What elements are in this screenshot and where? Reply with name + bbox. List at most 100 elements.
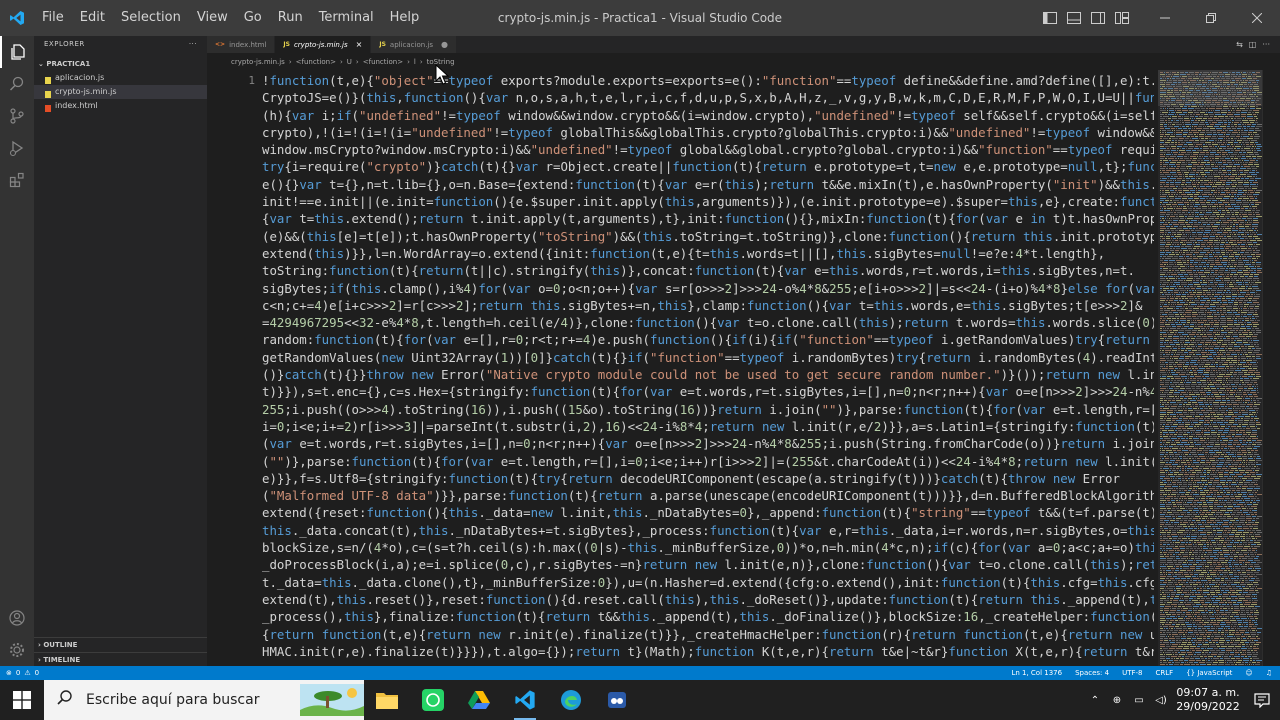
minimap[interactable] (1158, 70, 1262, 666)
code-line[interactable]: c<n;c+=4)e[i+c>>>2]=r[c>>>2];return this… (262, 297, 1154, 314)
code-line[interactable]: HMAC.init(r,e).finalize(t)}}}),t.algo={}… (262, 643, 1154, 660)
snipping-tool-taskbar-icon[interactable] (594, 680, 640, 720)
code-line[interactable]: {var t=this.extend();return t.init.apply… (262, 210, 1154, 227)
menu-help[interactable]: Help (382, 0, 428, 36)
tab-aplicacion-js[interactable]: JS aplicacion.js ● (371, 36, 457, 53)
menu-view[interactable]: View (189, 0, 236, 36)
customize-layout-icon[interactable] (1112, 10, 1132, 26)
menu-selection[interactable]: Selection (113, 0, 189, 36)
problems-indicator[interactable]: ⊗ 0 ⚠ 0 (0, 669, 39, 677)
cursor-position[interactable]: Ln 1, Col 1376 (1011, 669, 1062, 677)
more-actions-icon[interactable]: ··· (1262, 40, 1270, 49)
code-line[interactable]: crypto),!(i=!(i=!(i="undefined"!=typeof … (262, 124, 1154, 141)
code-line[interactable]: t)}}),s=t.enc={},c=s.Hex={stringify:func… (262, 383, 1154, 400)
extensions-icon[interactable] (0, 164, 34, 196)
code-line[interactable]: random:function(t){for(var e=[],r=0;r<t;… (262, 331, 1154, 348)
toggle-panel-icon[interactable] (1064, 10, 1084, 26)
chevron-up-icon[interactable]: ⌃ (1084, 680, 1106, 720)
breadcrumb-function[interactable]: <function> (296, 58, 336, 66)
manage-gear-icon[interactable] (0, 634, 34, 666)
tab-crypto-js[interactable]: JS crypto-js.min.js × (275, 36, 372, 53)
close-window-button[interactable] (1234, 0, 1280, 36)
menu-file[interactable]: File (34, 0, 72, 36)
code-line[interactable]: (var e=t.words,r=t.sigBytes,i=[],n=0;n<r… (262, 435, 1154, 452)
feedback-icon[interactable]: ☺ (1245, 669, 1252, 677)
breadcrumb-variable-l[interactable]: l (414, 58, 416, 66)
run-debug-icon[interactable] (0, 132, 34, 164)
code-line[interactable]: (e)&&(this[e]=t[e]);t.hasOwnProperty("to… (262, 228, 1154, 245)
code-line[interactable]: !function(t,e){"object"==typeof exports?… (262, 72, 1154, 89)
code-line[interactable]: this._data.concat(t),this._nDataBytes+=t… (262, 522, 1154, 539)
code-line[interactable]: i=0;i<e;i+=2)r[i>>>3]|=parseInt(t.substr… (262, 418, 1154, 435)
code-line[interactable]: _doProcessBlock(i,a);e=i.splice(0,c),r.s… (262, 556, 1154, 573)
encoding[interactable]: UTF-8 (1122, 669, 1142, 677)
account-icon[interactable] (0, 602, 34, 634)
code-line[interactable]: blockSize,s=n/(4*o),c=(s=t?h.ceil(s):h.m… (262, 539, 1154, 556)
code-line[interactable]: getRandomValues(new Uint32Array(1))[0]}c… (262, 349, 1154, 366)
code-line[interactable]: CryptoJS=e()}(this,function(){var n,o,s,… (262, 89, 1154, 106)
menu-edit[interactable]: Edit (72, 0, 113, 36)
close-tab-icon[interactable]: × (356, 40, 363, 49)
end-of-line[interactable]: CRLF (1155, 669, 1173, 677)
code-line[interactable]: t._data=this._data.clone(),t},_minBuffer… (262, 574, 1154, 591)
code-line[interactable]: try{i=require("crypto")}catch(t){}var r=… (262, 158, 1154, 175)
search-icon[interactable] (0, 68, 34, 100)
language-mode[interactable]: {} JavaScript (1186, 669, 1232, 677)
taskbar-search-box[interactable]: Escribe aquí para buscar (44, 680, 364, 720)
breadcrumb-file[interactable]: crypto-js.min.js (231, 58, 285, 66)
file-item-index-html[interactable]: index.html (34, 99, 207, 113)
vscode-taskbar-icon[interactable] (502, 680, 548, 720)
code-line[interactable]: ()}catch(t){}}throw new Error("Native cr… (262, 366, 1154, 383)
code-line[interactable]: extend({reset:function(){this._data=new … (262, 504, 1154, 521)
explorer-icon[interactable] (0, 36, 34, 68)
timeline-section[interactable]: › TIMELINE (34, 652, 207, 667)
file-item-aplicacion-js[interactable]: aplicacion.js (34, 71, 207, 85)
whatsapp-taskbar-icon[interactable] (410, 680, 456, 720)
notification-center-icon[interactable] (1244, 680, 1280, 720)
file-explorer-taskbar-icon[interactable] (364, 680, 410, 720)
clock[interactable]: 09:07 a. m. 29/09/2022 (1172, 686, 1244, 714)
code-line[interactable]: 255;i.push((o>>>4).toString(16)),i.push(… (262, 401, 1154, 418)
restore-button[interactable] (1188, 0, 1234, 36)
windows-start-icon[interactable] (0, 680, 44, 720)
code-line[interactable]: {return function(t,e){return new r.init(… (262, 626, 1154, 643)
file-item-crypto-js[interactable]: crypto-js.min.js (34, 85, 207, 99)
split-editor-icon[interactable]: ◫ (1249, 40, 1257, 49)
indentation[interactable]: Spaces: 4 (1075, 669, 1109, 677)
code-line[interactable]: init!==e.init||(e.init=function(){e.$sup… (262, 193, 1154, 210)
code-line[interactable]: e(){}var t={},n=t.lib={},o=n.Base={exten… (262, 176, 1154, 193)
code-line[interactable]: extend(this)}},l=n.WordArray=o.extend({i… (262, 245, 1154, 262)
code-line[interactable]: (h){var i;if("undefined"!=typeof window&… (262, 107, 1154, 124)
code-editor[interactable]: 1 !function(t,e){"object"==typeof export… (207, 70, 1158, 666)
toggle-secondary-sidebar-icon[interactable] (1088, 10, 1108, 26)
unsaved-dot-icon[interactable]: ● (441, 40, 448, 49)
code-line[interactable]: ("Malformed UTF-8 data")}},parse:functio… (262, 487, 1154, 504)
code-line[interactable]: extend(t),this.reset()},reset:function()… (262, 591, 1154, 608)
volume-icon[interactable]: ◁) (1150, 680, 1172, 720)
outline-section[interactable]: › OUTLINE (34, 637, 207, 652)
breadcrumb-variable-u[interactable]: U (347, 58, 352, 66)
minimize-button[interactable] (1142, 0, 1188, 36)
edge-taskbar-icon[interactable] (548, 680, 594, 720)
toggle-sidebar-icon[interactable] (1040, 10, 1060, 26)
menu-go[interactable]: Go (236, 0, 270, 36)
menu-terminal[interactable]: Terminal (311, 0, 382, 36)
drive-taskbar-icon[interactable] (456, 680, 502, 720)
code-line[interactable]: _process(),this},finalize:function(t){re… (262, 608, 1154, 625)
code-line[interactable]: window.msCrypto?window.msCrypto:i)&&"und… (262, 141, 1154, 158)
code-line[interactable]: toString:function(t){return(t||c).string… (262, 262, 1154, 279)
source-control-icon[interactable] (0, 100, 34, 132)
code-line[interactable]: =4294967295<<32-e%4*8,t.length=h.ceil(e/… (262, 314, 1154, 331)
tab-index-html[interactable]: <> index.html (207, 36, 276, 53)
notifications-bell-icon[interactable]: ♫ (1266, 669, 1272, 677)
network-icon[interactable]: ⊕ (1106, 680, 1128, 720)
menu-run[interactable]: Run (270, 0, 311, 36)
project-folder[interactable]: ⌄ PRACTICA1 (34, 57, 207, 71)
code-line[interactable]: e)}},f=s.Utf8={stringify:function(t){try… (262, 470, 1154, 487)
battery-icon[interactable]: ▭ (1128, 680, 1150, 720)
explorer-more-button[interactable]: ··· (189, 36, 197, 53)
breadcrumb-function[interactable]: <function> (363, 58, 403, 66)
vertical-scrollbar[interactable] (1262, 70, 1280, 666)
code-line[interactable]: ("")},parse:function(t){for(var e=t.leng… (262, 453, 1154, 470)
compare-icon[interactable]: ⇆ (1236, 40, 1243, 49)
